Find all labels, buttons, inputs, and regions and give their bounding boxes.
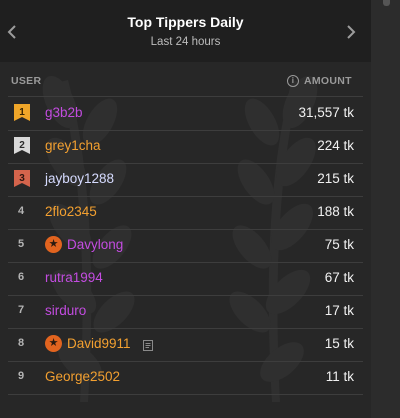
panel-header: Top Tippers Daily Last 24 hours bbox=[0, 0, 371, 62]
username-link[interactable]: David9911 bbox=[67, 336, 131, 351]
rank-number: 6 bbox=[17, 271, 25, 283]
username-link[interactable]: George2502 bbox=[45, 369, 120, 384]
panel-title: Top Tippers Daily bbox=[127, 14, 244, 30]
table-row: 5 ★ Davylong 75 tk bbox=[0, 229, 371, 262]
scrollbar-thumb[interactable] bbox=[383, 0, 390, 6]
tip-amount: 15 tk bbox=[324, 336, 354, 351]
gold-rank-badge-icon: 1 bbox=[13, 103, 31, 123]
table-row: 8 ★ David9911 15 tk bbox=[0, 328, 371, 361]
username-link[interactable]: 2flo2345 bbox=[45, 204, 97, 219]
bronze-rank-badge-icon: 3 bbox=[13, 169, 31, 189]
tip-amount: 224 tk bbox=[317, 138, 354, 153]
column-header-amount: i AMOUNT bbox=[287, 75, 352, 87]
username-link[interactable]: grey1cha bbox=[45, 138, 101, 153]
rank-number: 1 bbox=[19, 107, 25, 118]
username-link[interactable]: sirduro bbox=[45, 303, 86, 318]
rank-number: 2 bbox=[19, 140, 25, 151]
table-row: 2 grey1cha 224 tk bbox=[0, 130, 371, 163]
next-arrow-icon[interactable] bbox=[343, 22, 359, 42]
rank-number: 8 bbox=[17, 337, 25, 349]
tip-amount: 188 tk bbox=[317, 204, 354, 219]
tip-amount: 17 tk bbox=[324, 303, 354, 318]
rank-number: 7 bbox=[17, 304, 25, 316]
silver-rank-badge-icon: 2 bbox=[13, 136, 31, 156]
table-row: 9 George2502 11 tk bbox=[0, 361, 371, 394]
table-row: 6 rutra1994 67 tk bbox=[0, 262, 371, 295]
star-icon: ★ bbox=[45, 335, 62, 352]
rank-number: 3 bbox=[19, 173, 25, 184]
table-row: 1 g3b2b 31,557 tk bbox=[0, 97, 371, 130]
username-link[interactable]: jayboy1288 bbox=[45, 171, 114, 186]
star-icon: ★ bbox=[45, 236, 62, 253]
row-divider bbox=[8, 394, 363, 395]
username-link[interactable]: rutra1994 bbox=[45, 270, 103, 285]
tip-amount: 215 tk bbox=[317, 171, 354, 186]
column-header-user: USER bbox=[11, 75, 42, 87]
tip-amount: 67 tk bbox=[324, 270, 354, 285]
table-row: 4 2flo2345 188 tk bbox=[0, 196, 371, 229]
rank-number: 4 bbox=[17, 205, 25, 217]
document-icon bbox=[143, 338, 153, 351]
panel-subtitle: Last 24 hours bbox=[150, 36, 221, 48]
username-link[interactable]: g3b2b bbox=[45, 105, 83, 120]
rank-number: 5 bbox=[17, 238, 25, 250]
table-row: 3 jayboy1288 215 tk bbox=[0, 163, 371, 196]
rank-number: 9 bbox=[17, 370, 25, 382]
scrollbar-track[interactable] bbox=[371, 0, 400, 418]
tip-amount: 75 tk bbox=[324, 237, 354, 252]
tip-amount: 31,557 tk bbox=[298, 105, 354, 120]
info-icon[interactable]: i bbox=[287, 75, 299, 87]
table-row: 7 sirduro 17 tk bbox=[0, 295, 371, 328]
column-header-amount-label: AMOUNT bbox=[304, 75, 352, 87]
username-link[interactable]: Davylong bbox=[67, 237, 123, 252]
top-tippers-panel: Top Tippers Daily Last 24 hours USER i A… bbox=[0, 0, 371, 418]
tip-amount: 11 tk bbox=[325, 369, 354, 384]
